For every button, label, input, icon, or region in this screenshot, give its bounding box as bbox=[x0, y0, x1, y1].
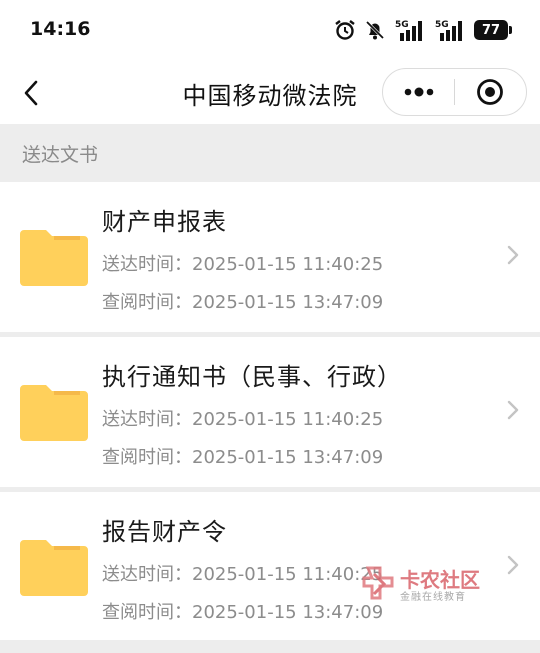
mini-program-capsule bbox=[382, 68, 527, 116]
close-target-icon bbox=[477, 79, 504, 105]
folder-icon bbox=[20, 540, 88, 596]
bottom-strip bbox=[0, 640, 540, 653]
watermark-logo-icon bbox=[362, 566, 394, 600]
document-title: 执行通知书（民事、行政） bbox=[102, 363, 402, 391]
more-dots-icon bbox=[404, 87, 433, 97]
nav-bar: 中国移动微法院 bbox=[0, 62, 540, 124]
folder-icon bbox=[20, 385, 88, 441]
delivered-time: 送达时间：2025-01-15 11:40:25 bbox=[102, 254, 384, 275]
svg-text:5G: 5G bbox=[435, 20, 449, 30]
document-title: 报告财产令 bbox=[102, 518, 227, 546]
close-button[interactable] bbox=[455, 69, 526, 115]
5g-signal-icon: 5G bbox=[434, 18, 466, 42]
more-button[interactable] bbox=[383, 69, 454, 115]
5g-signal-icon: 5G bbox=[394, 18, 426, 42]
watermark: 卡农社区 金融在线教育 bbox=[360, 562, 490, 606]
folder-icon bbox=[20, 230, 88, 286]
svg-text:5G: 5G bbox=[395, 20, 409, 30]
section-header: 送达文书 bbox=[0, 124, 540, 182]
status-icons: 5G 5G 77 bbox=[334, 16, 512, 44]
status-time: 14:16 bbox=[30, 18, 91, 40]
chevron-right-icon bbox=[507, 555, 519, 575]
document-title: 财产申报表 bbox=[102, 208, 227, 236]
delivered-time: 送达时间：2025-01-15 11:40:25 bbox=[102, 409, 384, 430]
chevron-right-icon bbox=[507, 400, 519, 420]
status-bar: 14:16 5G 5G 77 bbox=[0, 0, 540, 62]
viewed-time: 查阅时间：2025-01-15 13:47:09 bbox=[102, 292, 384, 313]
viewed-time: 查阅时间：2025-01-15 13:47:09 bbox=[102, 602, 384, 623]
chevron-right-icon bbox=[507, 245, 519, 265]
alarm-icon bbox=[334, 19, 356, 41]
document-item[interactable]: 财产申报表 送达时间：2025-01-15 11:40:25 查阅时间：2025… bbox=[0, 182, 540, 332]
viewed-time: 查阅时间：2025-01-15 13:47:09 bbox=[102, 447, 384, 468]
document-item[interactable]: 执行通知书（民事、行政） 送达时间：2025-01-15 11:40:25 查阅… bbox=[0, 337, 540, 487]
battery-indicator: 77 bbox=[474, 20, 512, 40]
watermark-slogan: 金融在线教育 bbox=[400, 592, 466, 603]
delivered-time: 送达时间：2025-01-15 11:40:25 bbox=[102, 564, 384, 585]
mute-bell-icon bbox=[364, 19, 386, 41]
